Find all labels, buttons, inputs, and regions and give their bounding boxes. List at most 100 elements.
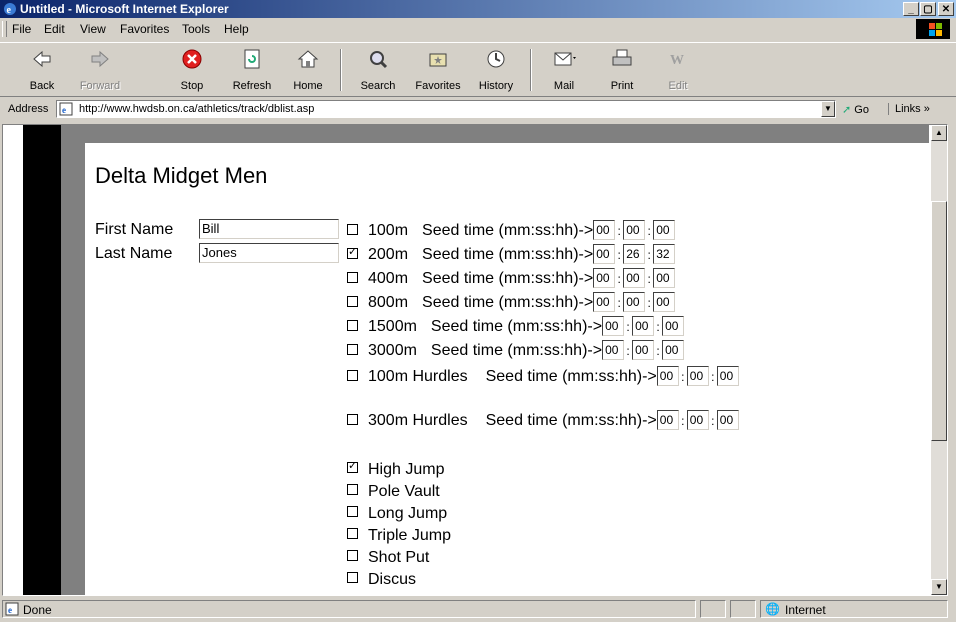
page-content: Delta Midget Men First Name Bill Last Na… bbox=[95, 125, 925, 595]
refresh-button[interactable]: Refresh bbox=[226, 46, 278, 94]
seed-time-label: Seed time (mm:ss:hh)-> bbox=[430, 342, 603, 360]
seed-mm-input[interactable]: 00 bbox=[602, 316, 625, 336]
seed-mm-input[interactable]: 00 bbox=[656, 366, 679, 386]
seed-mm-input[interactable]: 00 bbox=[593, 292, 616, 312]
field-event-checkbox[interactable] bbox=[347, 506, 358, 518]
colon-separator: : bbox=[711, 414, 715, 429]
seed-mm-input[interactable]: 00 bbox=[593, 220, 616, 240]
vertical-scrollbar[interactable]: ▲ ▼ bbox=[931, 125, 947, 595]
colon-separator: : bbox=[656, 344, 660, 359]
scroll-down-button[interactable]: ▼ bbox=[931, 579, 947, 595]
menu-help[interactable]: Help bbox=[224, 22, 249, 36]
svg-text:e: e bbox=[8, 605, 12, 615]
seed-ss-input[interactable]: 00 bbox=[632, 340, 655, 360]
event-checkbox[interactable] bbox=[347, 223, 358, 235]
event-checkbox[interactable] bbox=[347, 413, 358, 425]
first-name-input[interactable]: Bill bbox=[199, 219, 339, 239]
field-event-checkbox[interactable] bbox=[347, 484, 358, 496]
history-button[interactable]: History bbox=[470, 46, 522, 94]
last-name-input[interactable]: Jones bbox=[199, 243, 339, 263]
back-button[interactable]: Back bbox=[16, 46, 68, 94]
windows-logo-icon bbox=[916, 19, 950, 39]
menu-favorites[interactable]: Favorites bbox=[120, 22, 169, 36]
seed-ss-input[interactable]: 00 bbox=[686, 366, 709, 386]
seed-ss-input[interactable]: 00 bbox=[623, 268, 646, 288]
field-event-row: High Jump bbox=[347, 459, 444, 481]
seed-ss-input[interactable]: 00 bbox=[632, 316, 655, 336]
seed-hh-input[interactable]: 00 bbox=[653, 292, 676, 312]
globe-icon: 🌐 bbox=[765, 602, 780, 616]
forward-button[interactable]: Forward bbox=[74, 46, 126, 94]
seed-mm-input[interactable]: 00 bbox=[593, 268, 616, 288]
stop-icon bbox=[182, 49, 202, 69]
back-arrow-icon bbox=[33, 50, 51, 68]
seed-hh-input[interactable]: 00 bbox=[653, 220, 676, 240]
event-name: 300m Hurdles bbox=[368, 412, 468, 430]
status-panel-zone: 🌐 Internet bbox=[760, 600, 948, 618]
close-button[interactable]: ✕ bbox=[938, 2, 954, 16]
field-event-checkbox[interactable] bbox=[347, 528, 358, 540]
home-icon bbox=[297, 50, 319, 68]
address-dropdown-button[interactable]: ▼ bbox=[821, 101, 835, 117]
event-checkbox[interactable] bbox=[347, 245, 358, 259]
field-event-row: Shot Put bbox=[347, 549, 429, 569]
seed-mm-input[interactable]: 00 bbox=[602, 340, 625, 360]
menu-tools[interactable]: Tools bbox=[182, 22, 210, 36]
seed-mm-input[interactable]: 00 bbox=[656, 410, 679, 430]
search-button[interactable]: Search bbox=[352, 46, 404, 94]
seed-hh-input[interactable]: 00 bbox=[662, 340, 685, 360]
field-event-row: Discus bbox=[347, 571, 416, 591]
menu-view[interactable]: View bbox=[80, 22, 106, 36]
maximize-button[interactable]: ▢ bbox=[920, 2, 936, 16]
colon-separator: : bbox=[647, 224, 651, 239]
seed-hh-input[interactable]: 00 bbox=[653, 268, 676, 288]
menu-bar: File Edit View Favorites Tools Help bbox=[0, 18, 956, 40]
event-name: 1500m bbox=[368, 318, 417, 336]
field-event-row: Pole Vault bbox=[347, 483, 440, 503]
event-checkbox[interactable] bbox=[347, 295, 358, 307]
event-name: 400m bbox=[368, 270, 409, 288]
seed-ss-input[interactable]: 00 bbox=[686, 410, 709, 430]
ie-logo-icon: e bbox=[4, 3, 16, 16]
mail-button[interactable]: Mail bbox=[538, 46, 590, 94]
seed-mm-input[interactable]: 00 bbox=[593, 244, 616, 264]
links-button[interactable]: Links » bbox=[888, 103, 930, 115]
event-checkbox[interactable] bbox=[347, 319, 358, 331]
scroll-up-button[interactable]: ▲ bbox=[931, 125, 947, 141]
status-panel-progress bbox=[700, 600, 726, 618]
favorites-button[interactable]: Favorites bbox=[412, 46, 464, 94]
event-checkbox[interactable] bbox=[347, 343, 358, 355]
svg-text:e: e bbox=[7, 5, 12, 16]
seed-hh-input[interactable]: 00 bbox=[716, 410, 739, 430]
seed-ss-input[interactable]: 26 bbox=[623, 244, 646, 264]
field-event-checkbox[interactable] bbox=[347, 459, 358, 474]
event-name: 100m Hurdles bbox=[368, 368, 468, 386]
scroll-thumb[interactable] bbox=[931, 201, 947, 441]
edit-button[interactable]: W Edit bbox=[652, 46, 704, 94]
address-input[interactable]: e http://www.hwdsb.on.ca/athletics/track… bbox=[56, 100, 836, 118]
word-edit-icon: W bbox=[670, 53, 684, 68]
seed-hh-input[interactable]: 00 bbox=[716, 366, 739, 386]
home-button[interactable]: Home bbox=[282, 46, 334, 94]
page-viewport: Delta Midget Men First Name Bill Last Na… bbox=[2, 124, 948, 596]
seed-hh-input[interactable]: 32 bbox=[653, 244, 676, 264]
menu-edit[interactable]: Edit bbox=[44, 22, 65, 36]
status-bar: e Done 🌐 Internet bbox=[0, 598, 956, 622]
print-button[interactable]: Print bbox=[596, 46, 648, 94]
seed-hh-input[interactable]: 00 bbox=[662, 316, 685, 336]
minimize-button[interactable]: _ bbox=[903, 2, 919, 16]
event-checkbox[interactable] bbox=[347, 369, 358, 381]
stop-button[interactable]: Stop bbox=[166, 46, 218, 94]
seed-ss-input[interactable]: 00 bbox=[623, 220, 646, 240]
field-event-checkbox[interactable] bbox=[347, 572, 358, 584]
window-title: Untitled - Microsoft Internet Explorer bbox=[20, 2, 229, 16]
event-name: 100m bbox=[368, 222, 409, 240]
go-button[interactable]: ➚ Go bbox=[842, 103, 869, 116]
colon-separator: : bbox=[647, 272, 651, 287]
seed-ss-input[interactable]: 00 bbox=[623, 292, 646, 312]
event-checkbox[interactable] bbox=[347, 271, 358, 283]
status-panel-security bbox=[730, 600, 756, 618]
colon-separator: : bbox=[647, 248, 651, 263]
menu-file[interactable]: File bbox=[12, 22, 31, 36]
field-event-checkbox[interactable] bbox=[347, 550, 358, 562]
